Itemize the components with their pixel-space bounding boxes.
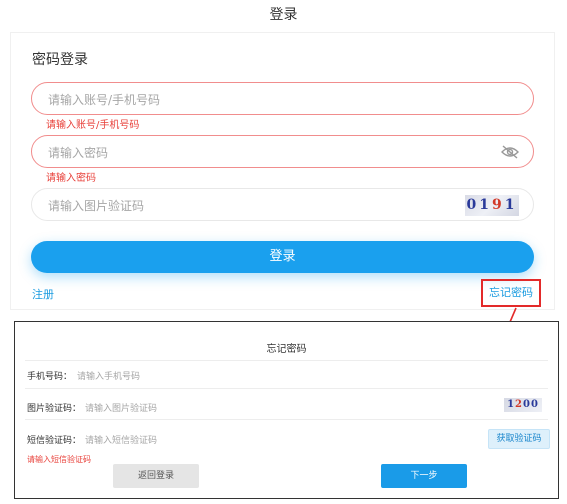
- forgot-password-link[interactable]: 忘记密码: [481, 279, 541, 307]
- image-code-input[interactable]: 请输入图片验证码: [85, 401, 157, 414]
- page-title: 登录: [269, 7, 298, 23]
- forgot-password-dialog: 忘记密码 手机号码： 请输入手机号码 图片验证码： 请输入图片验证码 1200 …: [14, 321, 559, 499]
- login-card: 密码登录 请输入账号/手机号码 请输入账号/手机号码 请输入密码 请输入密码 请…: [10, 32, 555, 310]
- password-placeholder: 请输入密码: [48, 146, 109, 160]
- register-link[interactable]: 注册: [32, 286, 54, 302]
- phone-label: 手机号码：: [27, 372, 73, 382]
- get-sms-code-button[interactable]: 获取验证码: [488, 429, 550, 449]
- account-placeholder: 请输入账号/手机号码: [48, 93, 161, 107]
- password-error: 请输入密码: [46, 173, 96, 184]
- divider: [25, 388, 548, 389]
- image-code-label: 图片验证码：: [27, 404, 82, 414]
- captcha-placeholder: 请输入图片验证码: [48, 199, 145, 213]
- password-input[interactable]: 请输入密码: [31, 135, 534, 168]
- phone-input[interactable]: 请输入手机号码: [77, 369, 140, 382]
- account-input[interactable]: 请输入账号/手机号码: [31, 82, 534, 115]
- sms-code-error: 请输入短信验证码: [27, 455, 91, 464]
- captcha-image[interactable]: 0191: [465, 195, 519, 216]
- divider: [25, 419, 548, 420]
- divider: [25, 360, 548, 361]
- captcha-input[interactable]: 请输入图片验证码 0191: [31, 188, 534, 221]
- login-button[interactable]: 登录: [31, 241, 534, 273]
- next-step-button[interactable]: 下一步: [381, 464, 467, 488]
- card-heading: 密码登录: [32, 52, 88, 68]
- dialog-captcha-image[interactable]: 1200: [504, 398, 542, 412]
- account-error: 请输入账号/手机号码: [46, 120, 140, 131]
- back-to-login-button[interactable]: 返回登录: [113, 464, 199, 488]
- eye-icon[interactable]: [501, 145, 519, 159]
- sms-code-label: 短信验证码：: [27, 436, 82, 446]
- dialog-title: 忘记密码: [266, 344, 307, 355]
- sms-code-input[interactable]: 请输入短信验证码: [85, 433, 157, 446]
